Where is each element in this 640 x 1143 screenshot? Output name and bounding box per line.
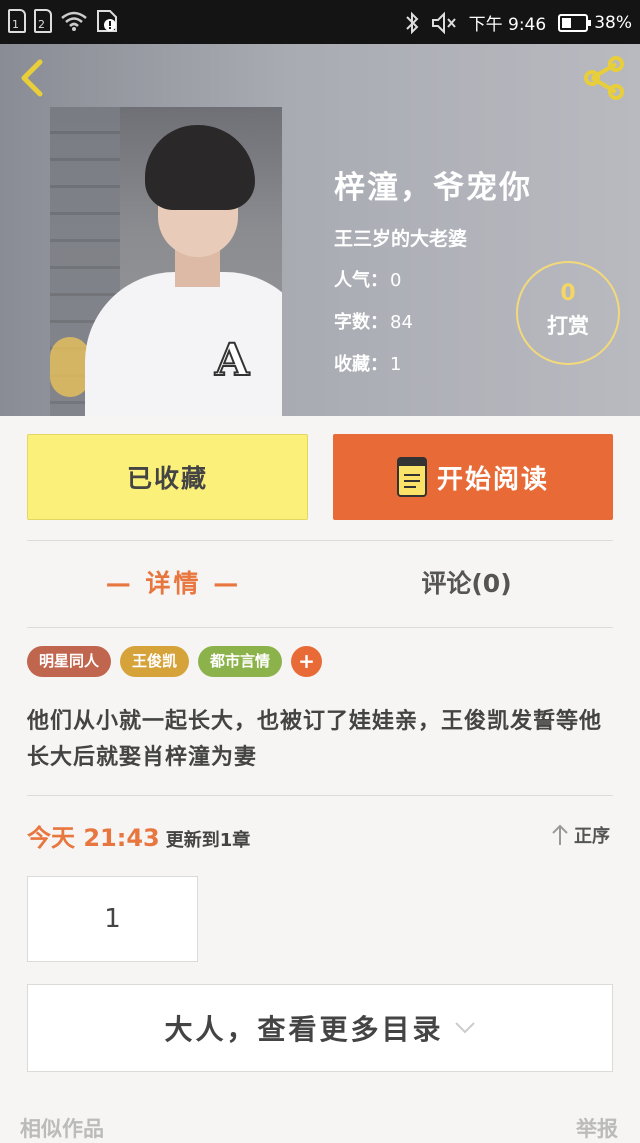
similar-works-heading: 相似作品 [20, 1117, 104, 1141]
sort-toggle[interactable]: 正序 [552, 822, 610, 848]
mute-icon [431, 11, 456, 34]
sim1-icon: 1 [8, 9, 26, 33]
tab-detail[interactable]: — 详情 — [27, 552, 320, 616]
wifi-icon [61, 11, 87, 31]
book-description: 他们从小就一起长大，也被订了娃娃亲，王俊凯发誓等他长大后就娶肖梓潼为妻 [27, 709, 603, 770]
divider [27, 795, 613, 796]
favorited-button[interactable]: 已收藏 [27, 434, 308, 520]
tag-list: 明星同人 王俊凯 都市言情 + [27, 646, 323, 677]
more-catalog-button[interactable]: 大人，查看更多目录 [27, 984, 613, 1072]
book-cover-image: A [50, 107, 282, 416]
tag-item[interactable]: 明星同人 [27, 646, 112, 677]
battery-icon [558, 13, 592, 32]
tab-comments[interactable]: 评论(0) [320, 552, 613, 616]
chevron-down-icon [454, 1022, 475, 1034]
update-suffix: 更新到1章 [165, 830, 251, 851]
tag-item[interactable]: 王俊凯 [120, 646, 190, 677]
start-reading-button[interactable]: 开始阅读 [333, 434, 613, 520]
book-title: 梓潼，爷宠你 [334, 170, 532, 206]
share-icon[interactable] [580, 56, 628, 100]
popularity-stat: 人气： 0 [334, 270, 402, 291]
book-icon [396, 457, 427, 497]
add-tag-button[interactable]: + [291, 646, 323, 677]
sim2-icon: 2 [34, 9, 52, 33]
update-info: 今天 21:43 更新到1章 [27, 818, 250, 853]
battery-percent: 38% [594, 12, 632, 33]
sd-alert-icon [97, 10, 117, 32]
bluetooth-icon [405, 11, 419, 34]
book-header: A 梓潼，爷宠你 王三岁的大老婆 人气： 0 字数： 84 收藏： 1 0 打赏 [0, 44, 640, 416]
favorites-stat: 收藏： 1 [334, 354, 402, 375]
reward-count: 0 [560, 281, 576, 306]
word-count-stat: 字数： 84 [334, 312, 413, 333]
status-bar: 1 2 下午 9:46 38% [0, 0, 640, 44]
reward-label: 打赏 [547, 314, 589, 338]
arrow-up-icon [552, 824, 568, 845]
clock: 下午 9:46 [468, 15, 547, 35]
report-link[interactable]: 举报 [576, 1113, 618, 1143]
divider [27, 540, 613, 541]
tag-item[interactable]: 都市言情 [198, 646, 283, 677]
back-icon[interactable] [14, 58, 54, 98]
chapter-item[interactable]: 1 [27, 876, 198, 962]
book-author: 王三岁的大老婆 [334, 228, 468, 250]
reward-button[interactable]: 0 打赏 [516, 261, 620, 365]
divider [27, 627, 613, 628]
update-time: 今天 21:43 [27, 824, 160, 852]
